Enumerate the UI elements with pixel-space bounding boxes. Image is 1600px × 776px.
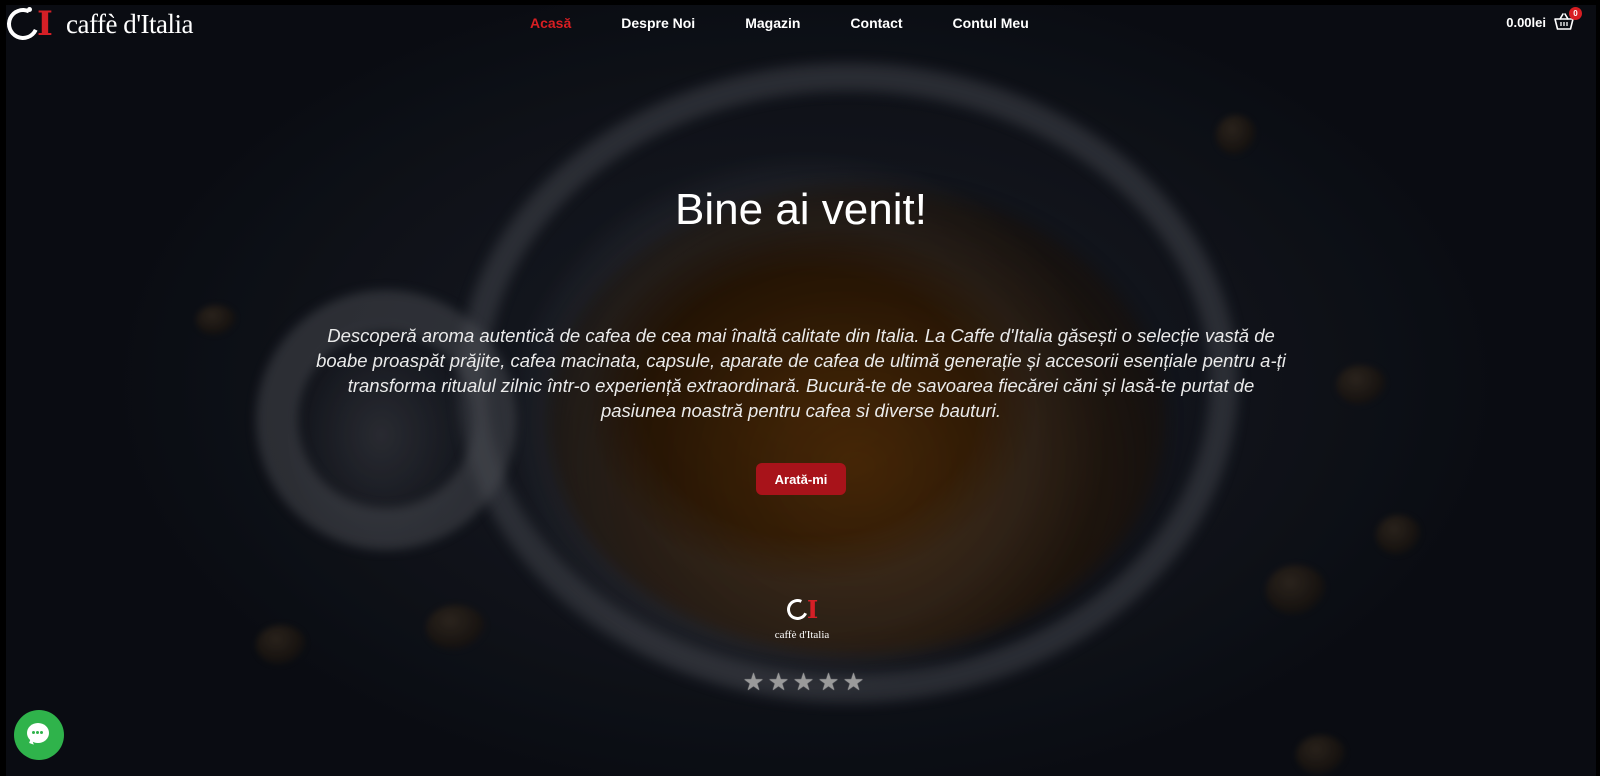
- badge-brand-name: caffè d'Italia: [774, 629, 830, 641]
- chat-button[interactable]: [14, 710, 64, 760]
- chat-dots: [32, 731, 46, 735]
- cart-button[interactable]: 0.00lei 0: [1506, 7, 1582, 31]
- star-icon: ★: [742, 669, 765, 696]
- star-icon: ★: [767, 669, 790, 696]
- basket-icon: 0: [1554, 7, 1582, 31]
- star-icon: ★: [792, 669, 815, 696]
- nav-item-magazin[interactable]: Magazin: [745, 15, 800, 31]
- cart-total: 0.00lei: [1506, 14, 1546, 30]
- cart-count-badge: 0: [1569, 7, 1582, 20]
- nav-item-contul-meu[interactable]: Contul Meu: [953, 15, 1029, 31]
- show-me-button[interactable]: Arată-mi: [756, 463, 846, 495]
- star-icon: ★: [817, 669, 840, 696]
- star-rating: ★ ★ ★ ★ ★: [741, 671, 866, 695]
- brand-badge-logo: I caffè d'Italia: [771, 596, 833, 647]
- main-nav: Acasă Despre Noi Magazin Contact Contul …: [530, 5, 1079, 41]
- star-icon: ★: [842, 669, 865, 696]
- nav-item-acasa[interactable]: Acasă: [530, 15, 571, 31]
- hero-description: Descoperă aroma autentică de cafea de ce…: [316, 325, 1286, 421]
- nav-item-despre-noi[interactable]: Despre Noi: [621, 15, 695, 31]
- logo-text: caffè d'Italia: [66, 8, 194, 39]
- logo-mark: I: [6, 5, 58, 45]
- nav-item-contact[interactable]: Contact: [850, 15, 902, 31]
- hero-background: I caffè d'Italia Acasă Despre Noi Magazi…: [6, 5, 1596, 776]
- hero-title: Bine ai venit!: [675, 185, 927, 234]
- site-logo[interactable]: I caffè d'Italia: [6, 5, 194, 45]
- site-header: I caffè d'Italia Acasă Despre Noi Magazi…: [6, 5, 1596, 45]
